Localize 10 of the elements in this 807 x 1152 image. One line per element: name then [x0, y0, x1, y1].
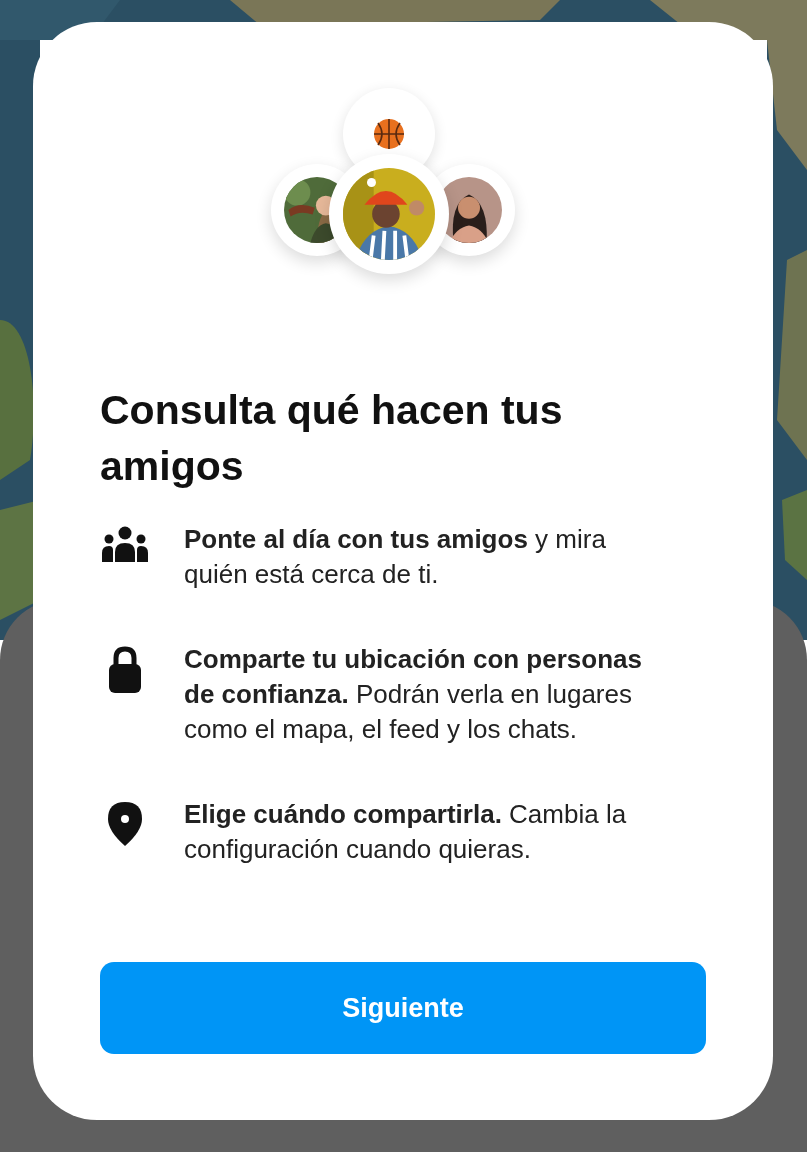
feature-text: Comparte tu ubicación con personas de confianza. Podrán verla en lugares como el mapa, el feed y los chats. [184, 643, 643, 746]
basketball-icon [373, 118, 405, 150]
feature-text: Elige cuándo compartirla. Cambia la configuración cuando quieras. [184, 798, 628, 866]
lock-icon [108, 646, 142, 694]
location-pin-icon [107, 801, 143, 847]
dialog-title: Consulta qué hacen tus amigos [100, 386, 564, 491]
status-dot [367, 178, 376, 187]
feature-text: Ponte al día con tus amigos y mira quién está cerca de ti. [184, 523, 607, 591]
next-button[interactable]: Siguiente [100, 962, 706, 1054]
people-icon [101, 526, 149, 562]
